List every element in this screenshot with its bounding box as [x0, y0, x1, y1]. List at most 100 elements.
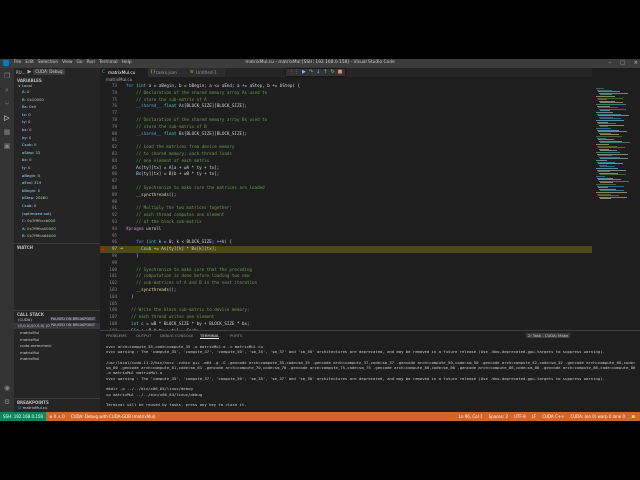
encoding[interactable]: UTF-8 — [514, 412, 526, 421]
panel-tab-ports[interactable]: PORTS — [230, 333, 242, 338]
code-line[interactable]: 104 } — [100, 294, 592, 301]
stop-icon[interactable]: ■ — [338, 69, 343, 76]
code-line[interactable]: 98 } — [100, 253, 592, 260]
panel-tab-debug-console[interactable]: DEBUG CONSOLE — [160, 333, 193, 338]
panel-tab-output[interactable]: OUTPUT — [136, 333, 151, 338]
start-debugging-icon[interactable]: ▶ — [28, 69, 32, 75]
code-line[interactable]: 78 // Declaration of the shared memory a… — [100, 117, 592, 124]
minimap[interactable] — [592, 68, 640, 330]
source-control-icon[interactable]: ⑂ — [3, 100, 11, 108]
variable-row[interactable]: by: 0 — [14, 135, 108, 141]
code-line[interactable]: 74 // Declaration of the shared memory a… — [100, 90, 592, 97]
variable-row[interactable]: bx: 0 — [14, 157, 108, 163]
call-stack-header[interactable]: CALL STACK — [14, 310, 100, 317]
close-icon[interactable]: × — [634, 60, 638, 66]
variable-row[interactable]: tx: 0 — [14, 112, 108, 118]
gear-icon[interactable]: ⚙ — [3, 398, 11, 406]
code-line[interactable]: 73 for (int a = aBegin, b = bBegin; a <= … — [100, 83, 592, 90]
problems-count[interactable]: ⊗ 0 ⚠ 0 — [46, 412, 68, 421]
code-line[interactable]: 91 // Multiply the two matrices together… — [100, 205, 592, 212]
account-icon[interactable]: ◉ — [3, 384, 11, 392]
code-line[interactable]: 93 // of the block sub-matrix — [100, 219, 592, 226]
debug-config-select[interactable]: CUDA: Debug — [33, 69, 65, 75]
local-scope[interactable]: ∨ Local — [14, 83, 100, 89]
panel-tab-problems[interactable]: PROBLEMS — [106, 333, 127, 338]
step-out-icon[interactable]: ↑ — [323, 69, 327, 76]
variable-row[interactable]: bx: 0 — [14, 127, 108, 133]
code-line[interactable]: 103 __syncthreads(); — [100, 287, 592, 294]
code-line[interactable]: 83 // to shared memory; each thread load… — [100, 151, 592, 158]
continue-icon[interactable]: ▶ — [302, 69, 306, 76]
callstack-frame[interactable]: matrixMul — [14, 337, 106, 343]
bell-icon[interactable]: 🔔 — [631, 412, 636, 421]
code-line[interactable]: ➜ 97 Csub += As[ty][k] * Bs[k][tx]; — [100, 246, 592, 253]
callstack-sub[interactable]: (0,0,0)/(0,0,0) (0,0,0) PAUSED ON BREAKPO… — [14, 323, 100, 329]
step-into-icon[interactable]: ↓ — [316, 69, 320, 76]
extensions-icon[interactable]: ▦ — [3, 128, 11, 136]
indentation[interactable]: Spaces: 2 — [489, 412, 508, 421]
variable-row[interactable]: A: 0x7ffffca00000 — [14, 226, 108, 232]
variable-row[interactable]: Bs: 0x0 — [14, 104, 108, 110]
code-line[interactable]: 105 — [100, 301, 592, 308]
variable-row[interactable]: (optimized out) — [14, 211, 108, 217]
code-line[interactable]: 75 // store the sub-matrix of A — [100, 97, 592, 104]
restart-icon[interactable]: ↻ — [330, 69, 334, 76]
code-line[interactable]: 88 // Synchronize to make sure the matri… — [100, 185, 592, 192]
variable-row[interactable]: bBegin: 0 — [14, 188, 108, 194]
variable-row[interactable]: bStep: 20480 — [14, 195, 108, 201]
remote-explorer-icon[interactable]: ▣ — [3, 142, 11, 150]
breakpoint-item[interactable]: ☑ matrixMul.cu — [14, 405, 100, 411]
code-line[interactable]: 86 Bs[ty][tx] = B[b + wB * ty + tx]; — [100, 171, 592, 178]
variable-row[interactable]: Csub: 0 — [14, 203, 108, 209]
code-line[interactable]: 101 // computation is done before loadin… — [100, 273, 592, 280]
variable-row[interactable]: aStep: 32 — [14, 150, 108, 156]
code-line[interactable]: 108 int c = wB * BLOCK_SIZE * by + BLOCK… — [100, 321, 592, 328]
variable-row[interactable]: ty: 0 — [14, 165, 108, 171]
code-line[interactable]: 90 — [100, 199, 592, 206]
breakpoints-header[interactable]: BREAKPOINTS — [14, 398, 100, 405]
step-over-icon[interactable]: ↷ — [309, 69, 313, 76]
code-line[interactable]: 80 __shared__ float Bs[BLOCK_SIZE][BLOCK… — [100, 131, 592, 138]
explorer-icon[interactable]: ❐ — [3, 72, 11, 80]
code-line[interactable]: 79 // store the sub-matrix of B — [100, 124, 592, 131]
language-mode[interactable]: CUDA C++ — [542, 412, 564, 421]
callstack-frame[interactable]: matrixMul — [14, 356, 106, 362]
callstack-frame[interactable]: matrixMul — [14, 350, 106, 356]
code-line[interactable]: 87 — [100, 178, 592, 185]
run-debug-icon[interactable]: ▷ — [3, 114, 11, 122]
maximize-icon[interactable]: □ — [620, 60, 625, 66]
drag-handle-icon[interactable]: ⋮⋮ — [289, 69, 299, 76]
variable-row[interactable]: C: 0x7ffffcccb000 — [14, 218, 108, 224]
code-line[interactable]: 96 for (int k = 0; k < BLOCK_SIZE; ++k) … — [100, 239, 592, 246]
watch-header[interactable]: WATCH — [14, 243, 100, 250]
code-line[interactable]: 99 — [100, 260, 592, 267]
variable-row[interactable]: B: 0x7ffffca64000 — [14, 233, 108, 239]
code-line[interactable]: 81 — [100, 137, 592, 144]
tab-matrixmul-cu[interactable]: CmatrixMul.cu — [100, 68, 148, 77]
cursor-position[interactable]: Ln 96, Col 1 — [459, 412, 483, 421]
code-line[interactable]: 95 — [100, 233, 592, 240]
callstack-frame[interactable]: matrixMul — [14, 330, 106, 336]
code-line[interactable]: 106 // Write the block sub-matrix to dev… — [100, 307, 592, 314]
variable-row[interactable]: aEnd: 319 — [14, 180, 108, 186]
code-line[interactable]: 85 As[ty][tx] = A[a + wA * ty + tx]; — [100, 165, 592, 172]
code-line[interactable]: 94 #pragma unroll — [100, 226, 592, 233]
variable-row[interactable]: B: 0x10000 — [14, 97, 108, 103]
code-line[interactable]: 76 __shared__ float As[BLOCK_SIZE][BLOCK… — [100, 103, 592, 110]
code-line[interactable]: 89 __syncthreads(); — [100, 192, 592, 199]
code-line[interactable]: 107 // each thread writes one element — [100, 314, 592, 321]
panel-tab-terminal[interactable]: TERMINAL — [200, 333, 220, 339]
variable-row[interactable]: A: 0 — [14, 89, 108, 95]
variable-row[interactable]: aBegin: 0 — [14, 173, 108, 179]
eol[interactable]: LF — [532, 412, 537, 421]
code-line[interactable]: 100 // Synchronize to make sure that the… — [100, 267, 592, 274]
minimize-icon[interactable]: – — [609, 60, 612, 66]
callstack-frame[interactable]: cuda-memcheck — [14, 343, 106, 349]
code-line[interactable]: 77 — [100, 110, 592, 117]
code-editor[interactable]: 73 for (int a = aBegin, b = bBegin; a <= … — [100, 83, 592, 330]
code-line[interactable]: 102 // sub-matrices of A and B in the ne… — [100, 280, 592, 287]
tab-untitled-1[interactable]: ≡ Untitled-1 — [188, 68, 226, 77]
code-line[interactable]: 82 // Load the matrices from device memo… — [100, 144, 592, 151]
search-icon[interactable]: ⌕ — [3, 86, 11, 94]
code-line[interactable]: 84 // one element of each matrix — [100, 158, 592, 165]
